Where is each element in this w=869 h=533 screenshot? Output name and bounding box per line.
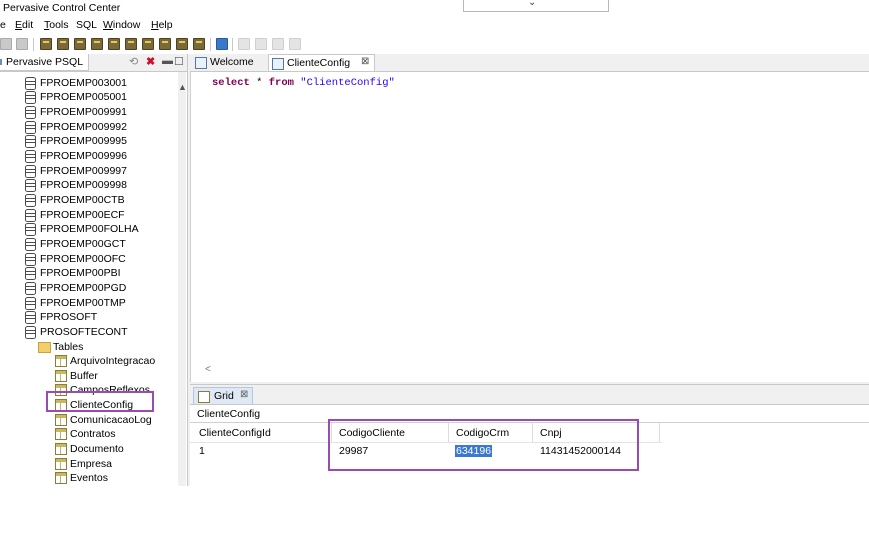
new-table-icon[interactable] [57, 38, 69, 50]
database-icon [25, 91, 36, 104]
highlight-box-grid [328, 419, 639, 471]
menu-sql[interactable]: SQL [76, 19, 97, 31]
new-view-icon[interactable] [74, 38, 86, 50]
results-tab-bar: Grid ⊠ [190, 384, 869, 405]
edit-table-icon[interactable] [91, 38, 103, 50]
toolbar [0, 34, 869, 54]
folder-icon [38, 342, 51, 353]
database-icon [25, 135, 36, 148]
menu-window[interactable]: Window [103, 19, 140, 31]
toolbar-separator [33, 38, 34, 51]
tab-pervasive-psql[interactable]: Pervasive PSQL [0, 54, 89, 71]
chevron-down-icon: ⌄ [528, 0, 537, 8]
database-icon [25, 165, 36, 178]
navigator-scrollbar[interactable]: ▲ [178, 72, 187, 486]
navigator-panel: Pervasive PSQL ⟲ ✖ ▬ ☐ FPROEMP003001 FPR… [0, 54, 188, 486]
toolbar-separator [232, 38, 233, 51]
close-icon[interactable]: ✖ [146, 55, 155, 68]
sql-file-icon [272, 58, 284, 70]
navigator-header: Pervasive PSQL ⟲ ✖ ▬ ☐ [0, 54, 187, 72]
tab-clienteconfig[interactable]: ClienteConfig ⊠ [268, 54, 375, 71]
table-icon [55, 458, 67, 470]
sql-query[interactable]: select * from "ClienteConfig" [212, 77, 395, 89]
new-procedure-icon[interactable] [108, 38, 120, 50]
menu-help[interactable]: Help [151, 19, 173, 31]
plan-view-icon[interactable] [272, 38, 284, 50]
scroll-left-icon[interactable]: < [205, 364, 211, 375]
title-dropdown[interactable]: ⌄ [463, 0, 609, 12]
maximize-icon[interactable]: ☐ [174, 55, 184, 68]
explorer-icon [0, 59, 2, 65]
sync-icon[interactable]: ⟲ [129, 55, 138, 68]
scroll-up-icon[interactable]: ▲ [178, 82, 187, 92]
toolbar-separator [210, 38, 211, 51]
new-group-icon[interactable] [176, 38, 188, 50]
stop-icon[interactable] [289, 38, 301, 50]
tab-grid[interactable]: Grid ⊠ [193, 387, 253, 405]
editor-tab-bar: Welcome ClienteConfig ⊠ [190, 54, 869, 72]
new-trigger-icon[interactable] [125, 38, 137, 50]
database-icon [25, 150, 36, 163]
grid-view-icon[interactable] [238, 38, 250, 50]
table-icon [55, 414, 67, 426]
database-icon [25, 121, 36, 134]
column-header[interactable]: ClienteConfigId [199, 427, 271, 439]
close-tab-icon[interactable]: ⊠ [361, 56, 369, 67]
table-icon [55, 370, 67, 382]
new-database-icon[interactable] [40, 38, 52, 50]
menu-bar: e Edit Tools SQL Window Help [0, 16, 869, 34]
database-icon [25, 77, 36, 90]
database-icon [25, 209, 36, 222]
database-icon [25, 238, 36, 251]
database-icon [25, 194, 36, 207]
close-tab-icon[interactable]: ⊠ [240, 389, 248, 400]
save-icon[interactable] [0, 38, 12, 50]
database-icon [25, 297, 36, 310]
text-view-icon[interactable] [255, 38, 267, 50]
title-bar: Pervasive Control Center ⌄ [0, 0, 869, 16]
database-icon [25, 282, 36, 295]
result-set-label: ClienteConfig [197, 408, 261, 420]
highlight-box-table [46, 391, 154, 412]
app-window: Pervasive Control Center ⌄ e Edit Tools … [0, 0, 869, 486]
window-title: Pervasive Control Center [3, 2, 121, 14]
menu-edit[interactable]: Edit [15, 19, 33, 31]
menu-file[interactable]: e [0, 19, 6, 31]
minimize-icon[interactable]: ▬ [162, 55, 173, 67]
database-icon [25, 223, 36, 236]
properties-icon[interactable] [193, 38, 205, 50]
menu-tools[interactable]: Tools [44, 19, 69, 31]
tab-welcome[interactable]: Welcome [192, 54, 260, 70]
table-icon [55, 443, 67, 455]
table-icon [55, 428, 67, 440]
new-function-icon[interactable] [142, 38, 154, 50]
database-icon [25, 326, 36, 339]
column-divider [659, 423, 660, 442]
table-icon [55, 472, 67, 484]
database-icon [25, 179, 36, 192]
database-icon [25, 267, 36, 280]
welcome-icon [195, 57, 207, 69]
database-icon [25, 106, 36, 119]
database-icon [25, 311, 36, 324]
table-icon [55, 355, 67, 367]
sql-editor[interactable]: select * from "ClienteConfig" < [190, 72, 869, 382]
table-cell[interactable]: 1 [199, 445, 205, 457]
grid-icon [198, 391, 210, 403]
database-icon [25, 253, 36, 266]
execute-icon[interactable] [216, 38, 228, 50]
new-user-icon[interactable] [159, 38, 171, 50]
print-icon[interactable] [16, 38, 28, 50]
